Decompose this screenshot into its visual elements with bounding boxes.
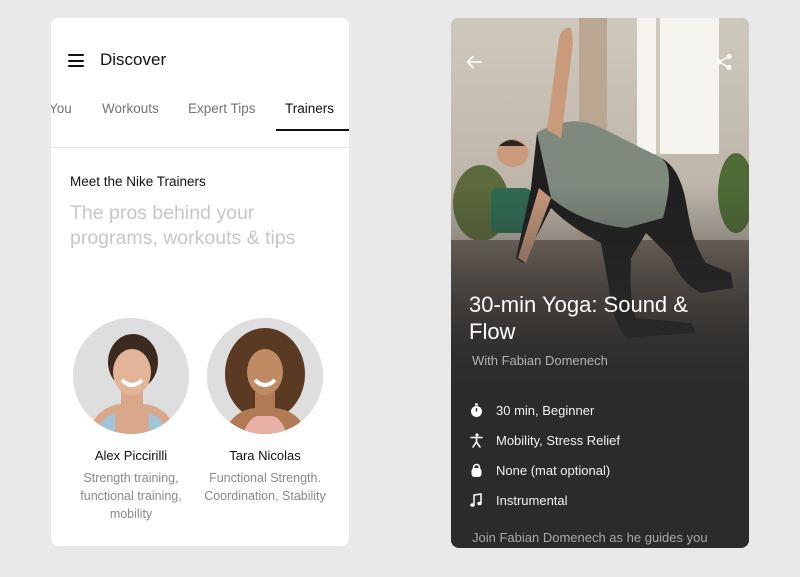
avatar [73,318,189,434]
workout-description: Join Fabian Domenech as he guides you [472,530,708,545]
trainer-specialty: Functional Strength. Coordination, Stabi… [204,471,326,503]
detail-equipment: None (mat optional) [469,455,620,485]
detail-music: Instrumental [469,485,620,515]
detail-text: Mobility, Stress Relief [496,432,621,448]
trainer-name: Tara Nicolas [229,448,301,463]
workout-trainer-line: With Fabian Domenech [472,353,608,368]
tab-trainers[interactable]: Trainers [285,101,334,116]
workout-detail-screen: 30-min Yoga: Sound & Flow With Fabian Do… [451,18,749,548]
trainer-card-tara-nicolas[interactable]: Tara Nicolas Functional Strength. Coordi… [198,318,332,505]
active-tab-indicator [276,129,349,131]
tab-expert-tips[interactable]: Expert Tips [188,101,256,116]
detail-duration-level: 30 min, Beginner [469,395,620,425]
detail-focus: Mobility, Stress Relief [469,425,620,455]
trainer-specialty: Strength training, functional training, … [80,471,182,521]
tab-workouts[interactable]: Workouts [102,101,159,116]
stopwatch-icon [471,403,482,417]
workout-title: 30-min Yoga: Sound & Flow [469,292,688,344]
back-arrow-icon[interactable] [465,53,483,71]
hamburger-menu-icon[interactable] [68,54,84,67]
trainer-card-alex-piccirilli[interactable]: Alex Piccirilli Strength training, funct… [64,318,198,523]
top-bar: Discover [51,18,349,102]
share-icon[interactable] [715,53,733,71]
detail-text: 30 min, Beginner [496,402,595,418]
avatar [207,318,323,434]
person-stretch-icon [470,432,483,448]
discover-screen: Discover You Workouts Expert Tips Traine… [51,18,349,546]
detail-text: Instrumental [496,492,568,508]
trainer-name: Alex Piccirilli [94,448,168,463]
tab-you[interactable]: You [51,101,72,116]
kettlebell-icon [471,463,482,477]
section-heading: Meet the Nike Trainers [70,174,206,189]
music-note-icon [470,492,482,507]
workout-details-list: 30 min, Beginner Mobility, Stress Relief… [469,395,620,515]
section-subheading: The pros behind your programs, workouts … [70,202,296,249]
page-title: Discover [100,50,167,69]
detail-text: None (mat optional) [496,462,611,478]
